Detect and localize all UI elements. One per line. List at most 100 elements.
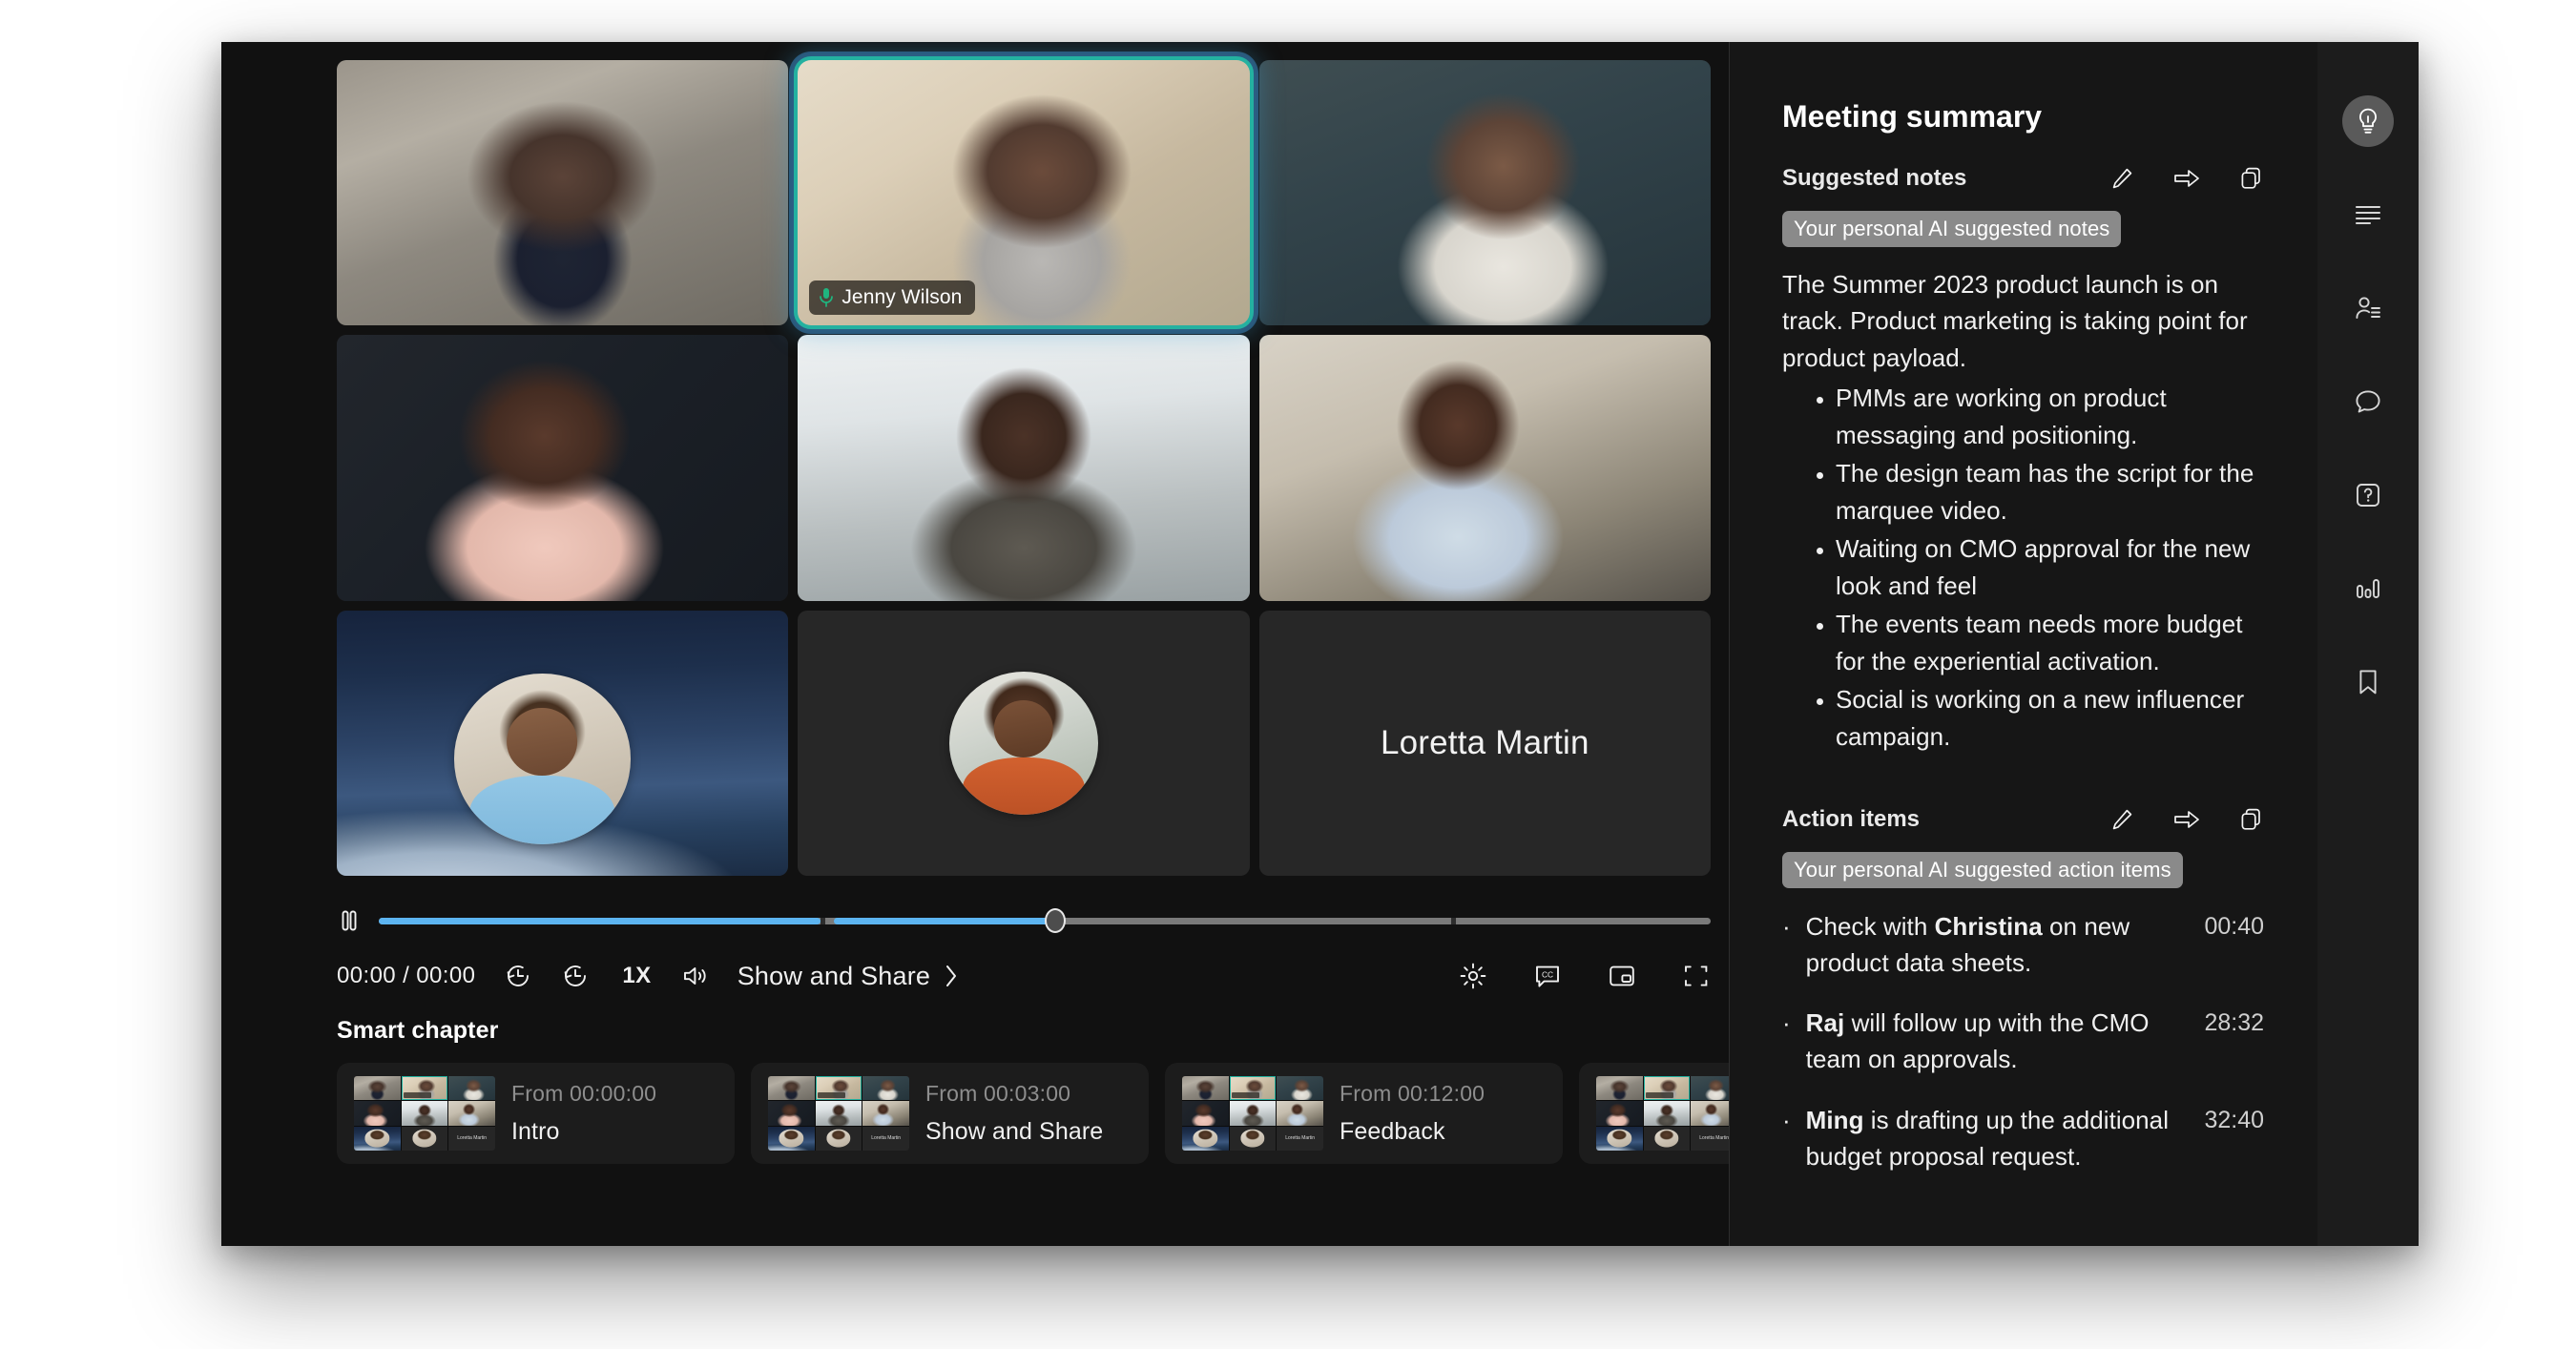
current-chapter-link[interactable]: Show and Share (737, 962, 959, 991)
rail-item-polls[interactable] (2342, 563, 2394, 614)
summary-bullet-list: PMMs are working on product messaging an… (1836, 380, 2264, 755)
pencil-icon[interactable] (2109, 807, 2134, 832)
action-item-text: Ming is drafting up the additional budge… (1805, 1105, 2170, 1171)
action-items-list: · Check with Christina on new product da… (1782, 909, 2264, 1174)
video-tile-virtual-background[interactable] (337, 610, 789, 876)
volume-icon[interactable] (682, 964, 711, 988)
bullet-glyph: · (1782, 912, 1791, 942)
chapter-thumbnail: Loretta Martin (768, 1076, 909, 1151)
transcript-icon (2354, 203, 2382, 226)
action-item[interactable]: · Check with Christina on new product da… (1782, 909, 2264, 981)
video-grid: Jenny Wilson Loretta Martin (337, 55, 1711, 876)
action-item-timestamp: 32:40 (2204, 1106, 2264, 1133)
playback-right-controls: CC (1459, 962, 1711, 990)
lightbulb-icon (2355, 107, 2381, 135)
video-feed (1258, 60, 1711, 326)
participant-name-pill: Jenny Wilson (809, 280, 976, 316)
seek-track[interactable] (379, 908, 1711, 933)
suggested-notes-heading: Suggested notes (1782, 165, 1967, 191)
mic-on-icon (819, 287, 834, 308)
smart-chapter-title: Smart chapter (337, 1017, 499, 1044)
rail-item-transcript[interactable] (2342, 189, 2394, 240)
rewind-10-icon[interactable] (504, 962, 532, 990)
action-item-timestamp: 00:40 (2204, 913, 2264, 941)
avatar (948, 671, 1099, 815)
action-items-header: Action items (1782, 806, 2264, 833)
suggested-notes-actions (2109, 166, 2264, 191)
arrow-right-icon[interactable] (2173, 166, 2200, 191)
transport-row: 00:00 / 00:00 1X Show and Share CC (337, 948, 1711, 1004)
qa-icon (2355, 482, 2381, 508)
action-items-heading: Action items (1782, 806, 1921, 833)
picture-in-picture-icon[interactable] (1608, 962, 1636, 990)
fullscreen-icon[interactable] (1682, 962, 1711, 990)
summary-bullet: PMMs are working on product messaging an… (1836, 380, 2264, 453)
video-tile-avatar-only[interactable] (798, 610, 1250, 876)
chapter-card[interactable]: Loretta Martin From 00:03:00 Show and Sh… (751, 1063, 1149, 1164)
chapter-thumbnail: Loretta Martin (1182, 1076, 1323, 1151)
seek-row (337, 901, 1711, 941)
polls-icon (2354, 576, 2382, 601)
playback-speed-label[interactable]: 1X (622, 963, 651, 989)
chapter-label: Feedback (1340, 1118, 1445, 1145)
chapter-card[interactable]: Loretta Martin From 00:12:00 Feedback (1165, 1063, 1563, 1164)
chapter-thumbnail: Loretta Martin (1596, 1076, 1737, 1151)
participants-icon (2354, 295, 2382, 322)
participant-name: Loretta Martin (1380, 723, 1589, 761)
right-icon-rail (2317, 42, 2419, 1246)
chat-icon (2354, 388, 2382, 415)
action-item[interactable]: · Raj will follow up with the CMO team o… (1782, 1006, 2264, 1077)
video-feed (337, 60, 789, 326)
participant-name: Jenny Wilson (841, 286, 963, 309)
panel-divider (1729, 42, 1730, 1246)
chapter-card[interactable]: Loretta Martin From 00:00:00 Intro (337, 1063, 735, 1164)
ai-action-items-badge: Your personal AI suggested action items (1782, 852, 2183, 889)
video-tile[interactable] (1258, 60, 1711, 326)
chapter-start-time: From 00:12:00 (1340, 1081, 1485, 1106)
arrow-right-icon[interactable] (2173, 807, 2200, 832)
action-item-timestamp: 28:32 (2204, 1009, 2264, 1037)
video-tile[interactable] (337, 60, 789, 326)
rail-item-participants[interactable] (2342, 282, 2394, 334)
avatar (454, 674, 631, 844)
seek-handle[interactable] (1045, 908, 1067, 933)
pause-icon[interactable] (337, 908, 362, 933)
copy-icon[interactable] (2239, 166, 2264, 191)
meeting-summary-panel: Meeting summary Suggested notes Your per… (1729, 42, 2317, 1246)
app-window: Jenny Wilson Loretta Martin 00:00 / 00:0… (221, 42, 2419, 1246)
gear-icon[interactable] (1459, 962, 1487, 990)
svg-text:CC: CC (1542, 969, 1553, 979)
current-chapter-label: Show and Share (737, 961, 931, 990)
ai-notes-badge: Your personal AI suggested notes (1782, 211, 2122, 247)
video-stage: Jenny Wilson Loretta Martin 00:00 / 00:0… (221, 42, 1977, 1246)
video-tile[interactable] (337, 335, 789, 601)
bullet-glyph: · (1782, 1008, 1791, 1038)
page-title: Meeting summary (1782, 99, 2043, 134)
video-feed (337, 335, 789, 601)
closed-captions-icon[interactable]: CC (1533, 962, 1562, 990)
action-item[interactable]: · Ming is drafting up the additional bud… (1782, 1103, 2264, 1174)
smart-chapter-section: Smart chapter Loretta Martin From 00:00:… (337, 1017, 1977, 1164)
video-tile-active-speaker[interactable]: Jenny Wilson (794, 55, 1254, 330)
rail-item-bookmark[interactable] (2342, 656, 2394, 708)
bookmark-icon (2357, 668, 2379, 696)
video-tile-name-only[interactable]: Loretta Martin (1258, 610, 1711, 876)
playback-controls: 00:00 / 00:00 1X Show and Share CC (337, 901, 1711, 1004)
chapter-start-time: From 00:03:00 (925, 1081, 1071, 1106)
video-feed (798, 335, 1250, 601)
rail-item-chat[interactable] (2342, 376, 2394, 427)
pencil-icon[interactable] (2109, 166, 2134, 191)
rail-item-insights[interactable] (2342, 95, 2394, 147)
chapter-label: Intro (511, 1118, 560, 1145)
suggested-notes-header: Suggested notes (1782, 165, 2264, 192)
copy-icon[interactable] (2239, 807, 2264, 832)
summary-paragraph: The Summer 2023 product launch is on tra… (1782, 270, 2248, 372)
rail-item-qa[interactable] (2342, 469, 2394, 521)
action-items-actions (2109, 807, 2264, 832)
smart-chapter-list: Loretta Martin From 00:00:00 Intro Loret… (337, 1063, 1977, 1164)
summary-bullet: Social is working on a new influencer ca… (1836, 681, 2264, 755)
action-item-text: Check with Christina on new product data… (1805, 912, 2130, 977)
forward-10-icon[interactable] (561, 962, 590, 990)
video-tile[interactable] (798, 335, 1250, 601)
video-tile[interactable] (1258, 335, 1711, 601)
